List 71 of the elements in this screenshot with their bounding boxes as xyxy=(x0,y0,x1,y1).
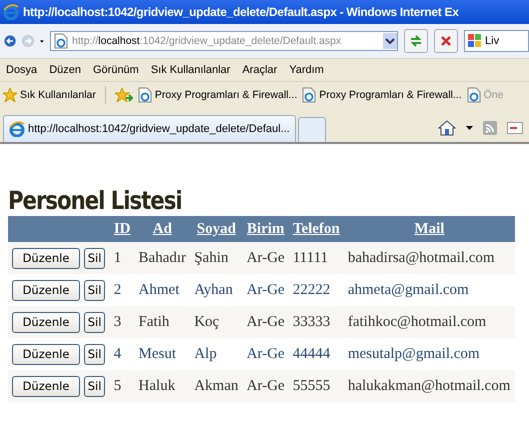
menu-item[interactable]: Düzen xyxy=(43,64,87,76)
table-cell: 5 xyxy=(110,370,135,402)
edit-button[interactable]: Düzenle xyxy=(12,280,80,300)
page-heading: Personel Listesi xyxy=(8,186,182,215)
dropdown-arrow-icon[interactable] xyxy=(40,38,44,44)
browser-logo-icon xyxy=(9,121,25,137)
table-cell: halukakman@hotmail.com xyxy=(344,370,515,402)
table-cell: Akman xyxy=(190,370,243,402)
favorite-link[interactable]: Proxy Programları & Firewall... xyxy=(138,87,298,103)
search-field[interactable]: Liv xyxy=(464,30,529,52)
windows-flag-icon xyxy=(468,34,482,48)
delete-button[interactable]: Sil xyxy=(84,312,106,332)
table-cell: 4 xyxy=(110,338,135,370)
table-cell: Alp xyxy=(190,338,243,370)
table-cell: Mesut xyxy=(134,338,190,370)
browser-logo-icon xyxy=(3,4,19,20)
table-cell: Ar-Ge xyxy=(242,338,289,370)
table-cell: Ar-Ge xyxy=(242,242,289,274)
page-icon xyxy=(466,87,481,103)
menu-item[interactable]: Görünüm xyxy=(86,64,145,76)
delete-button[interactable]: Sil xyxy=(84,248,106,268)
table-cell: 11111 xyxy=(288,242,344,274)
page-icon xyxy=(302,87,316,103)
home-icon[interactable] xyxy=(438,120,456,136)
table-cell: Koç xyxy=(190,306,243,338)
column-header-link[interactable]: Mail xyxy=(414,220,444,236)
table-cell: 44444 xyxy=(288,338,344,370)
dropdown-arrow-icon[interactable] xyxy=(466,126,473,130)
table-cell: Ar-Ge xyxy=(242,370,289,402)
table-cell: bahadirsa@hotmail.com xyxy=(344,242,515,274)
page-icon xyxy=(54,33,68,49)
table-cell: 3 xyxy=(110,306,135,338)
table-cell: Ar-Ge xyxy=(242,306,289,338)
menu-item[interactable]: Araçlar xyxy=(236,64,284,76)
window-title: http://localhost:1042/gridview_update_delete/Default.aspx - Windows Internet Ex xyxy=(23,5,459,19)
edit-button[interactable]: Düzenle xyxy=(12,248,80,268)
table-cell: 2 xyxy=(110,274,135,306)
refresh-button[interactable] xyxy=(404,29,428,53)
table-cell: Haluk xyxy=(134,370,190,402)
table-cell: Ar-Ge xyxy=(242,274,289,306)
delete-button[interactable]: Sil xyxy=(84,376,106,396)
edit-button[interactable]: Düzenle xyxy=(12,376,80,396)
edit-button[interactable]: Düzenle xyxy=(12,344,80,364)
table-cell: Ahmet xyxy=(134,274,190,306)
table-cell: fatihkoc@hotmail.com xyxy=(344,306,515,338)
favorites-button[interactable]: Sık Kullanılanlar xyxy=(3,88,96,102)
table-cell: 33333 xyxy=(288,306,344,338)
table-cell: mesutalp@gmail.com xyxy=(344,338,515,370)
close-icon xyxy=(440,35,452,47)
stop-button[interactable] xyxy=(434,29,458,53)
delete-button[interactable]: Sil xyxy=(84,344,106,364)
table-cell: Fatih xyxy=(134,306,190,338)
menu-item[interactable]: Yardım xyxy=(283,64,330,76)
favorite-link[interactable]: Proxy Programları & Firewall... xyxy=(302,87,462,103)
table-cell: Ayhan xyxy=(190,274,243,306)
table-cell: Şahin xyxy=(190,242,243,274)
edit-button[interactable]: Düzenle xyxy=(12,312,80,332)
table-cell: Bahadır xyxy=(134,242,190,274)
add-favorite-icon[interactable] xyxy=(114,88,133,102)
menu-item[interactable]: Dosya xyxy=(0,64,44,76)
table-cell: 1 xyxy=(110,242,135,274)
menu-item[interactable]: Sık Kullanılanlar xyxy=(144,64,236,76)
delete-button[interactable]: Sil xyxy=(84,280,106,300)
star-icon xyxy=(3,88,17,102)
browser-tab[interactable]: http://localhost:1042/gridview_update_delete/Defaul... xyxy=(3,115,296,142)
refresh-arrows-icon xyxy=(409,34,424,48)
table-cell: ahmeta@gmail.com xyxy=(344,274,515,306)
table-cell: 55555 xyxy=(288,370,344,402)
table-cell: 22222 xyxy=(288,274,344,306)
page-icon xyxy=(138,87,152,103)
address-field[interactable]: http://localhost:1042/gridview_update_delete/Default.aspx xyxy=(50,31,398,51)
